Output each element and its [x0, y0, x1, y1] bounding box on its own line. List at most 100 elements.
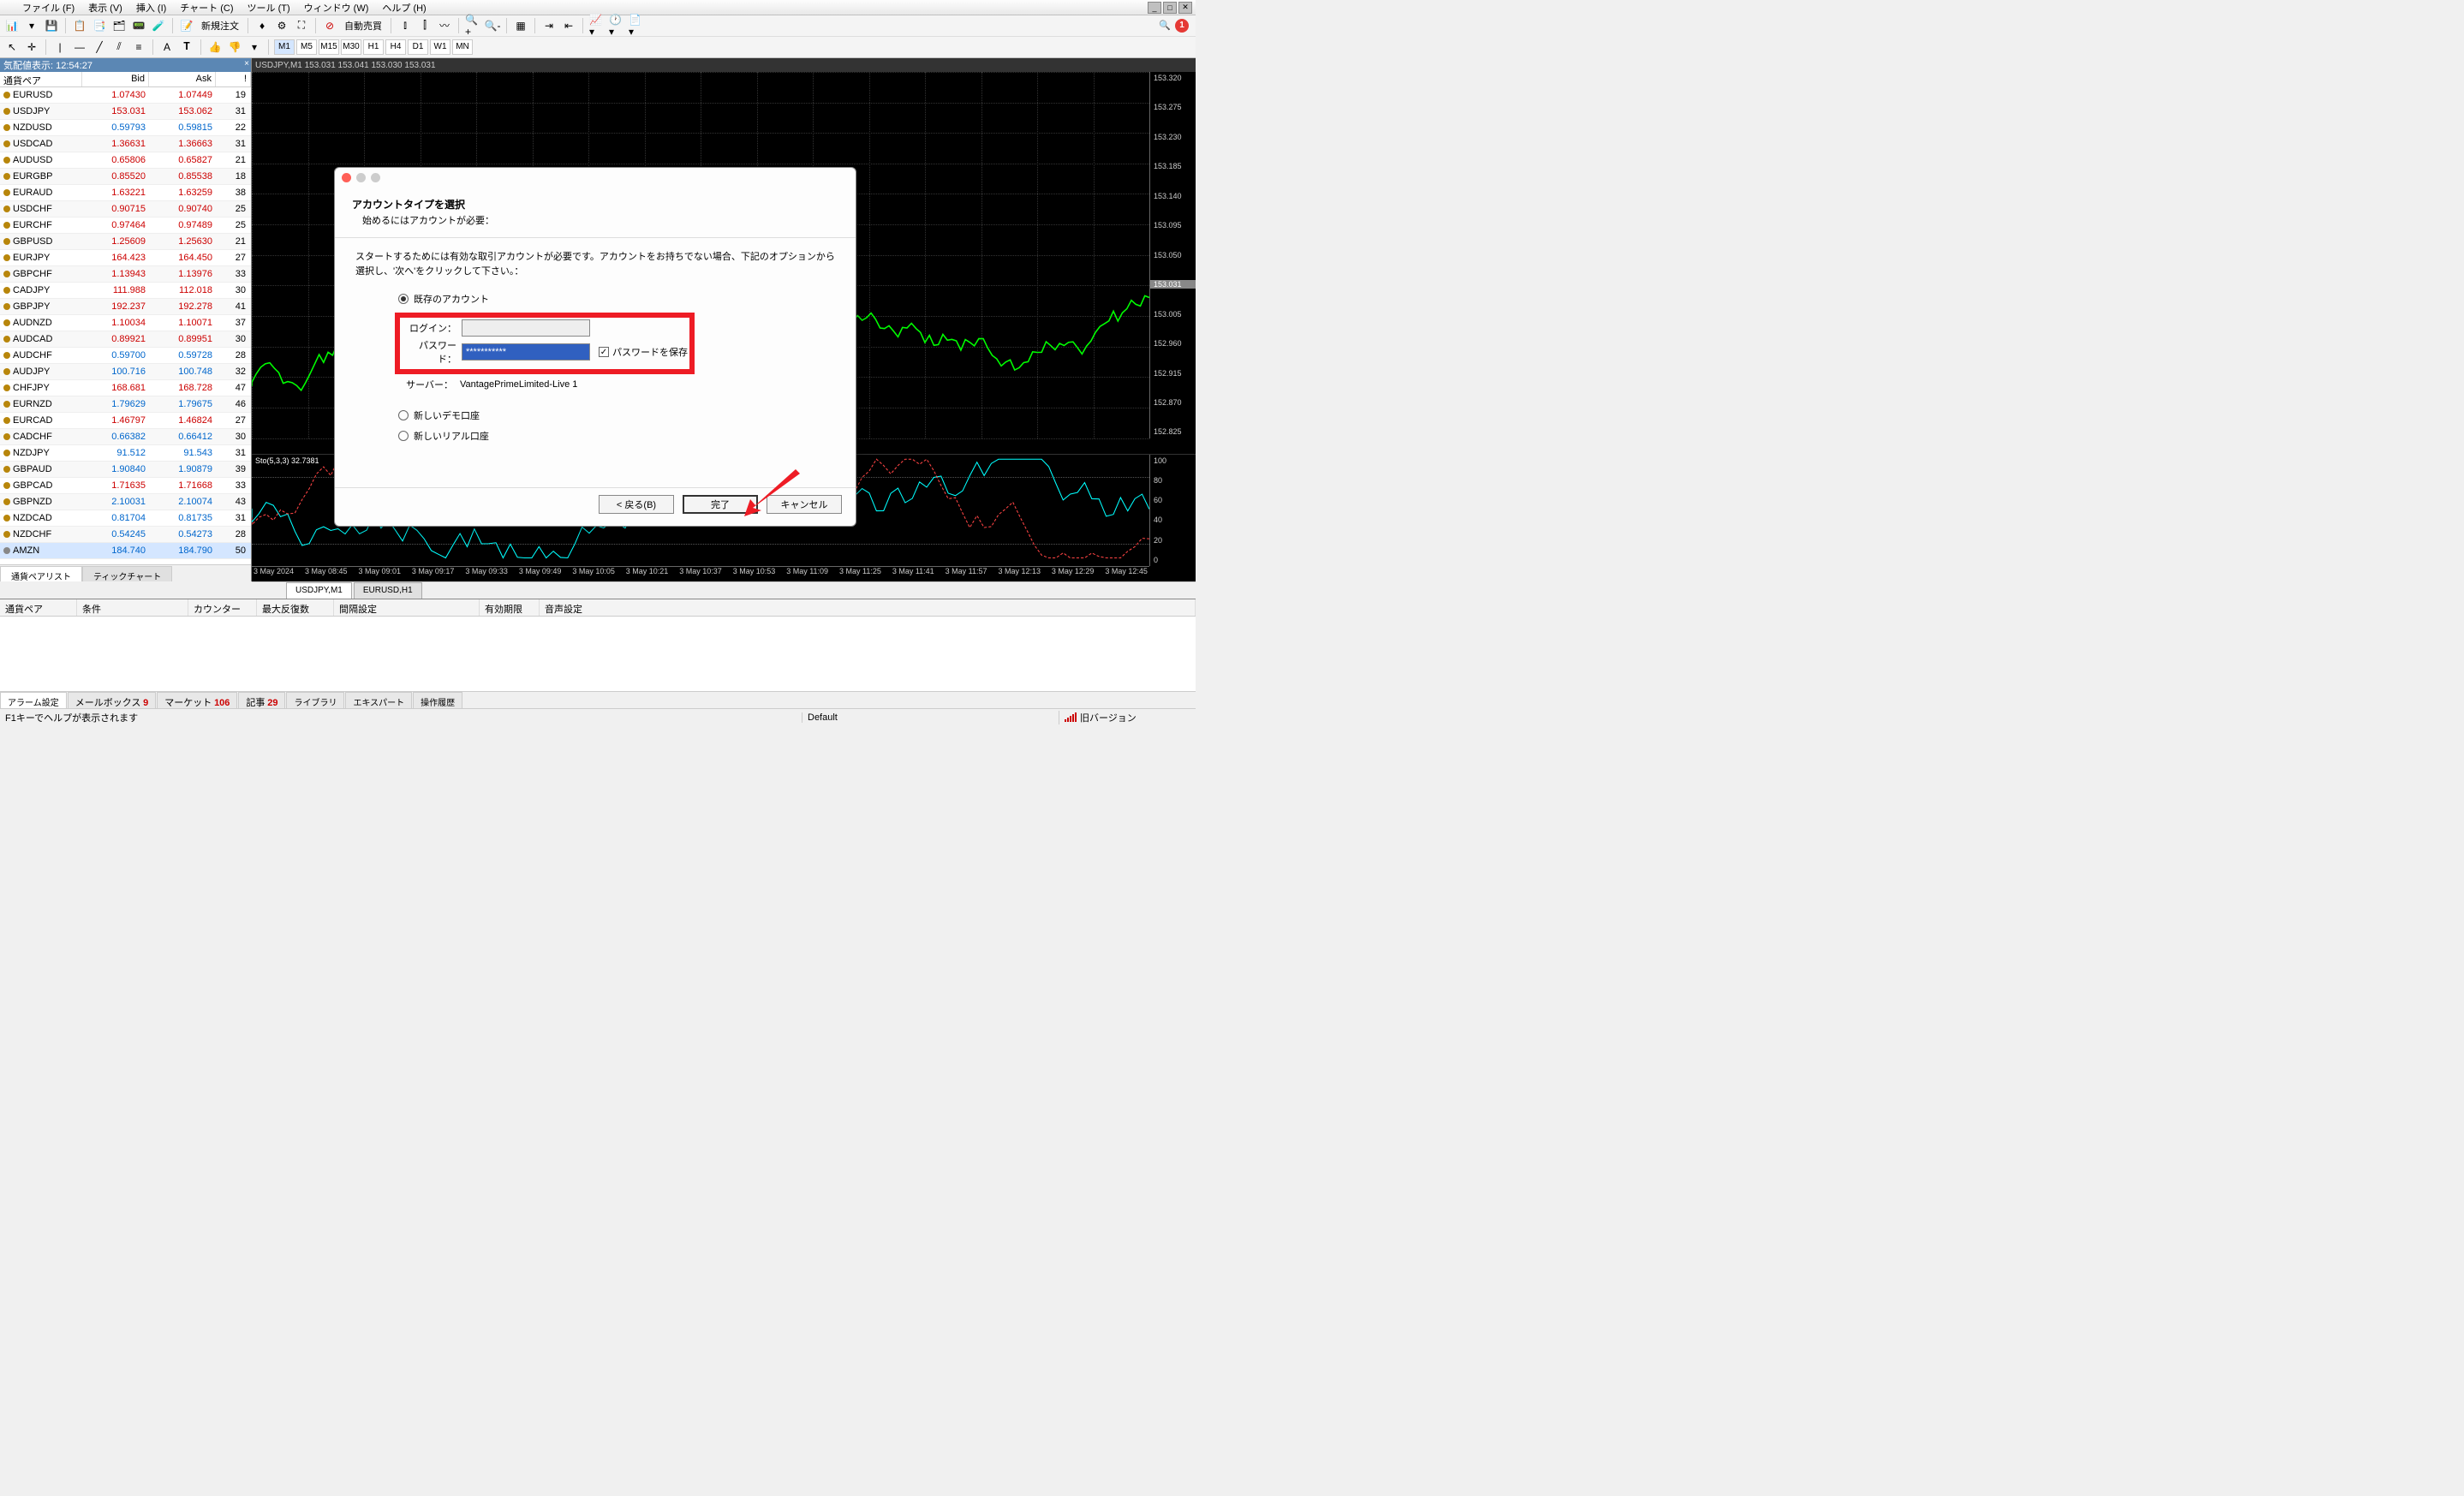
timeframe-MN[interactable]: MN	[452, 39, 473, 55]
radio-demo-account[interactable]: 新しいデモ口座	[398, 408, 835, 422]
candle-chart-icon[interactable]: ⫿	[416, 17, 433, 34]
crosshair-icon[interactable]: ✛	[23, 39, 40, 56]
col-condition[interactable]: 条件	[77, 599, 188, 616]
timeframe-D1[interactable]: D1	[408, 39, 428, 55]
navigator-icon[interactable]: 🗂	[110, 17, 128, 34]
radio-real-account[interactable]: 新しいリアル口座	[398, 429, 835, 443]
tab-log[interactable]: 操作履歴	[413, 692, 462, 708]
mw-row-CADJPY[interactable]: CADJPY 111.988112.01830	[0, 283, 251, 299]
periods-icon[interactable]: 🕐▾	[608, 17, 625, 34]
chart-tab-eurusd[interactable]: EURUSD,H1	[354, 582, 422, 599]
trendline-icon[interactable]: ╱	[91, 39, 108, 56]
mw-row-USDCAD[interactable]: USDCAD 1.366311.3666331	[0, 136, 251, 152]
new-order-label[interactable]: 新規注文	[198, 19, 242, 33]
mw-row-AUDCAD[interactable]: AUDCAD 0.899210.8995130	[0, 331, 251, 348]
col-max[interactable]: 最大反復数	[257, 599, 334, 616]
col-counter[interactable]: カウンター	[188, 599, 257, 616]
mw-row-EURJPY[interactable]: EURJPY 164.423164.45027	[0, 250, 251, 266]
mw-row-GBPNZD[interactable]: GBPNZD 2.100312.1007443	[0, 494, 251, 510]
mw-row-CHFJPY[interactable]: CHFJPY 168.681168.72847	[0, 380, 251, 396]
cancel-button[interactable]: キャンセル	[767, 495, 842, 514]
mw-row-USDCHF[interactable]: USDCHF 0.907150.9074025	[0, 201, 251, 218]
mw-row-GBPCHF[interactable]: GBPCHF 1.139431.1397633	[0, 266, 251, 283]
fullscreen-icon[interactable]: ⛶	[293, 17, 310, 34]
channel-icon[interactable]: ⫽	[110, 39, 128, 56]
mw-tab-tick[interactable]: ティックチャート	[82, 566, 172, 581]
mw-row-EURUSD[interactable]: EURUSD 1.074301.0744919	[0, 87, 251, 104]
tab-library[interactable]: ライブラリ	[286, 692, 344, 708]
tab-expert[interactable]: エキスパート	[345, 692, 412, 708]
timeframe-W1[interactable]: W1	[430, 39, 450, 55]
mw-row-EURNZD[interactable]: EURNZD 1.796291.7967546	[0, 396, 251, 413]
cursor-icon[interactable]: ↖	[3, 39, 21, 56]
market-watch-close-icon[interactable]: ×	[244, 59, 249, 69]
tester-icon[interactable]: 🧪	[150, 17, 167, 34]
menu-tool[interactable]: ツール (T)	[242, 0, 295, 15]
mw-row-AUDJPY[interactable]: AUDJPY 100.716100.74832	[0, 364, 251, 380]
text-label-icon[interactable]: 𝐓	[178, 39, 195, 56]
autotrade-label[interactable]: 自動売買	[341, 19, 385, 33]
menu-chart[interactable]: チャート (C)	[175, 0, 238, 15]
radio-icon[interactable]	[398, 431, 409, 441]
timeframe-M30[interactable]: M30	[341, 39, 361, 55]
mw-row-AMZN[interactable]: AMZN 184.740184.79050	[0, 543, 251, 559]
mw-row-GBPCAD[interactable]: GBPCAD 1.716351.7166833	[0, 478, 251, 494]
new-chart-icon[interactable]: 📊	[3, 17, 21, 34]
radio-existing-account[interactable]: 既存のアカウント	[398, 292, 835, 306]
zoom-in-icon[interactable]: 🔍+	[464, 17, 481, 34]
vline-icon[interactable]: |	[51, 39, 69, 56]
login-input[interactable]	[462, 319, 590, 337]
bar-chart-icon[interactable]: ⫾	[397, 17, 414, 34]
mw-row-NZDCHF[interactable]: NZDCHF 0.542450.5427328	[0, 527, 251, 543]
mw-row-NZDCAD[interactable]: NZDCAD 0.817040.8173531	[0, 510, 251, 527]
terminal-body[interactable]	[0, 617, 1196, 691]
mw-row-NZDJPY[interactable]: NZDJPY 91.51291.54331	[0, 445, 251, 462]
save-password-checkbox[interactable]: ✓	[599, 347, 609, 357]
menu-file[interactable]: ファイル (F)	[17, 0, 80, 15]
col-interval[interactable]: 間隔設定	[334, 599, 480, 616]
meta-editor-icon[interactable]: ♦	[254, 17, 271, 34]
dialog-close-icon[interactable]	[342, 173, 351, 182]
maximize-button[interactable]: □	[1163, 2, 1177, 14]
profile-icon[interactable]: ▾	[23, 17, 40, 34]
timeframe-M5[interactable]: M5	[296, 39, 317, 55]
mw-row-AUDCHF[interactable]: AUDCHF 0.597000.5972828	[0, 348, 251, 364]
menu-help[interactable]: ヘルプ (H)	[377, 0, 431, 15]
radio-icon[interactable]	[398, 410, 409, 420]
hline-icon[interactable]: —	[71, 39, 88, 56]
line-chart-icon[interactable]: 〰	[436, 17, 453, 34]
chart-tab-usdjpy[interactable]: USDJPY,M1	[286, 582, 352, 599]
password-input[interactable]	[462, 343, 590, 361]
timeframe-H4[interactable]: H4	[385, 39, 406, 55]
text-icon[interactable]: A	[158, 39, 176, 56]
mw-row-NZDUSD[interactable]: NZDUSD 0.597930.5981522	[0, 120, 251, 136]
close-button[interactable]: ✕	[1178, 2, 1192, 14]
radio-icon[interactable]	[398, 294, 409, 304]
fibo-icon[interactable]: ≡	[130, 39, 147, 56]
new-order-icon[interactable]: 📝	[178, 17, 195, 34]
mw-row-AUDUSD[interactable]: AUDUSD 0.658060.6582721	[0, 152, 251, 169]
templates-icon[interactable]: 📄▾	[628, 17, 645, 34]
zoom-out-icon[interactable]: 🔍-	[484, 17, 501, 34]
tab-market[interactable]: マーケット 106	[157, 692, 237, 708]
shift-icon[interactable]: ⇤	[560, 17, 577, 34]
minimize-button[interactable]: _	[1148, 2, 1161, 14]
shapes-icon[interactable]: ▾	[246, 39, 263, 56]
timeframe-M15[interactable]: M15	[319, 39, 339, 55]
mw-row-CADCHF[interactable]: CADCHF 0.663820.6641230	[0, 429, 251, 445]
col-symbol[interactable]: 通貨ペア	[0, 599, 77, 616]
tile-icon[interactable]: ▦	[512, 17, 529, 34]
back-button[interactable]: < 戻る(B)	[599, 495, 674, 514]
menu-window[interactable]: ウィンドウ (W)	[299, 0, 374, 15]
autotrade-icon[interactable]: ⊘	[321, 17, 338, 34]
mw-row-EURGBP[interactable]: EURGBP 0.855200.8553818	[0, 169, 251, 185]
market-watch-icon[interactable]: 📋	[71, 17, 88, 34]
tab-article[interactable]: 記事 29	[238, 692, 285, 708]
mw-tab-list[interactable]: 通貨ペアリスト	[0, 566, 82, 581]
autoscroll-icon[interactable]: ⇥	[540, 17, 558, 34]
menu-insert[interactable]: 挿入 (I)	[131, 0, 171, 15]
timeframe-M1[interactable]: M1	[274, 39, 295, 55]
notification-badge[interactable]: 1	[1175, 19, 1189, 33]
menu-view[interactable]: 表示 (V)	[83, 0, 128, 15]
indicators-icon[interactable]: 📈▾	[588, 17, 606, 34]
